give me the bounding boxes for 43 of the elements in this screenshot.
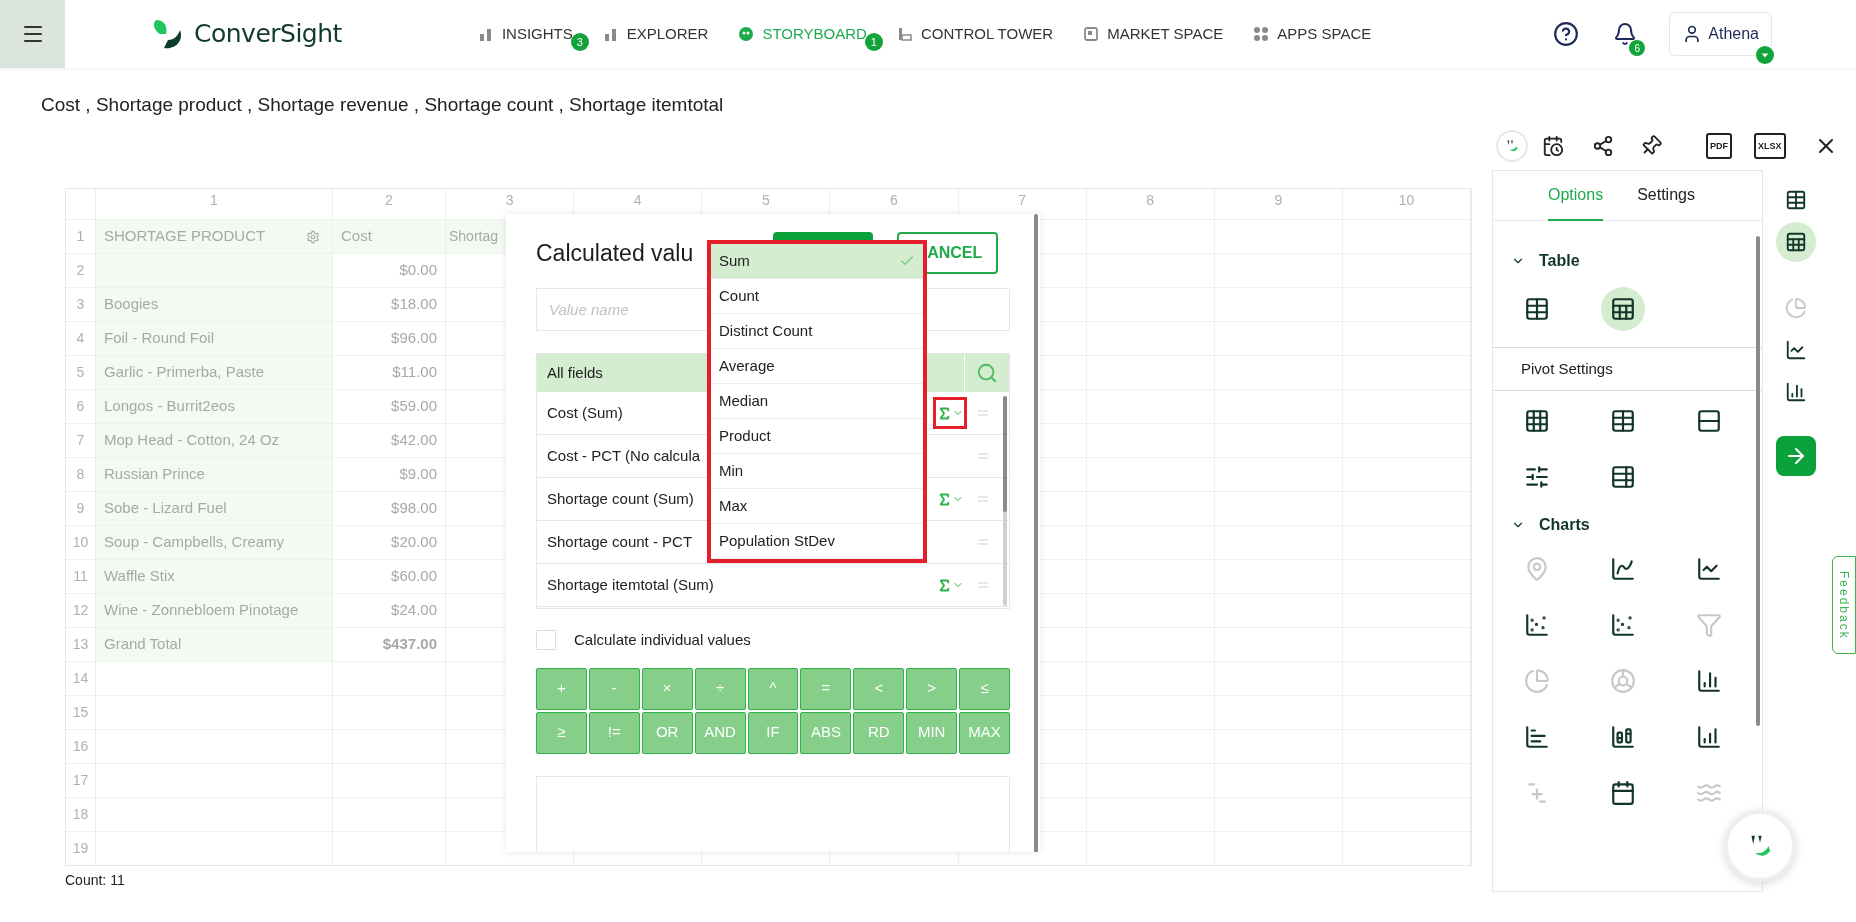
column-number: 8 — [1086, 189, 1215, 219]
table-cell-text: $9.00 — [399, 464, 437, 485]
page-title: Cost , Shortage product , Shortage revenue , Shortage count , Shortage itemtotal — [41, 94, 724, 115]
table-cell-text: $60.00 — [391, 566, 437, 587]
table-cell-text: $42.00 — [391, 430, 437, 451]
row-number: 14 — [66, 662, 96, 695]
count-badge: 6 — [1629, 40, 1646, 56]
list-header-label: All fields — [546, 362, 604, 383]
row-number: 17 — [66, 764, 96, 797]
row-count: Count: 11 — [65, 871, 126, 890]
table-cell: Foil - Round Foil — [96, 322, 333, 355]
column-number: 9 — [1214, 189, 1343, 219]
column-header: SHORTAGE PRODUCT — [104, 226, 266, 247]
column-number: 10 — [1342, 189, 1471, 219]
brand-name: ConverSight — [194, 18, 342, 51]
table-cell-text: $437.00 — [382, 634, 437, 655]
table-cell: Wine - Zonnebloem Pinotage — [96, 594, 333, 627]
checkbox-label: Calculate individual values — [574, 630, 751, 650]
row-number: 16 — [66, 730, 96, 763]
table-cell-text: $0.00 — [399, 260, 437, 281]
table-cell-text: $20.00 — [391, 532, 437, 553]
table-cell-text: $18.00 — [391, 294, 437, 315]
table-cell: Sobe - Lizard Fuel — [96, 492, 333, 525]
section-title: Pivot Settings — [1521, 358, 1613, 379]
row-number: 15 — [66, 696, 96, 729]
table-cell: Garlic - Primerba, Paste — [96, 356, 333, 389]
table-cell: Grand Total — [96, 628, 333, 661]
table-cell: Waffle Stix — [96, 560, 333, 593]
row-number: 18 — [66, 798, 96, 831]
row-number: 19 — [66, 832, 96, 865]
table-cell-text: $96.00 — [391, 328, 437, 349]
table-cell-text: $98.00 — [391, 498, 437, 519]
table-cell: Longos - Burrit2eos — [96, 390, 333, 423]
table-cell: Mop Head - Cotton, 24 Oz — [96, 424, 333, 457]
table-cell-text: $11.00 — [392, 362, 437, 383]
table-cell: Soup - Campbells, Creamy — [96, 526, 333, 559]
table-cell: Boogies — [96, 288, 333, 321]
table-cell-text: $24.00 — [391, 600, 437, 621]
table-cell-text: $59.00 — [391, 396, 437, 417]
column-number: 1 — [96, 189, 333, 219]
table-cell: Russian Prince — [96, 458, 333, 491]
column-header: Cost — [333, 220, 446, 253]
column-number: 2 — [333, 189, 446, 219]
